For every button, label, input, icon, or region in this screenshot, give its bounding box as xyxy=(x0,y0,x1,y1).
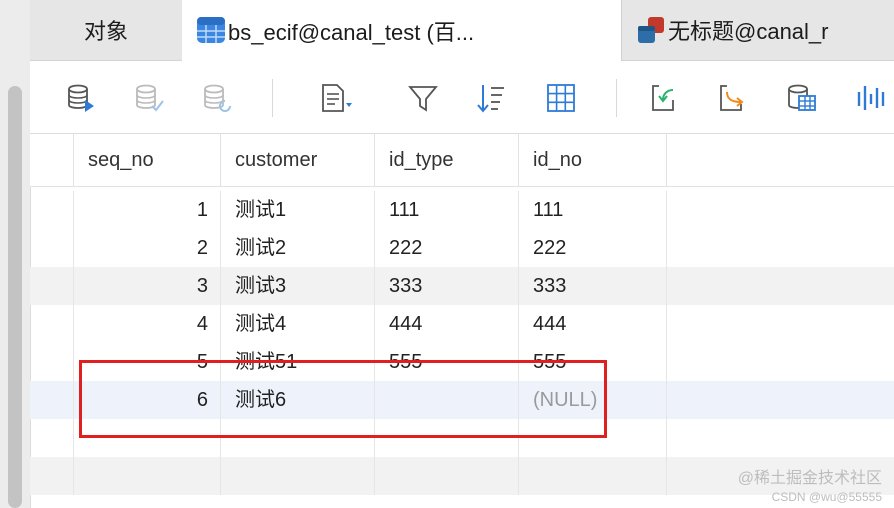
row-indicator[interactable] xyxy=(30,305,74,343)
table-row[interactable]: 4 测试4 444 444 xyxy=(30,305,894,343)
cell-customer[interactable]: 测试2 xyxy=(221,229,375,267)
row-indicator xyxy=(30,457,74,495)
cell-id-no[interactable]: 444 xyxy=(519,305,667,343)
tab-objects-label: 对象 xyxy=(83,19,128,44)
row-indicator[interactable] xyxy=(30,229,74,267)
row-indicator-header xyxy=(30,134,74,186)
scrollbar-thumb[interactable] xyxy=(8,86,22,508)
tab-query[interactable]: 无标题@canal_r xyxy=(622,0,894,60)
cell-seq-no[interactable]: 2 xyxy=(74,229,221,267)
tab-objects[interactable]: 对象 xyxy=(30,0,183,60)
chart-icon[interactable] xyxy=(852,79,890,117)
cell-id-no[interactable]: 111 xyxy=(519,191,667,229)
data-generation-icon[interactable] xyxy=(782,79,820,117)
table-row[interactable]: 2 测试2 222 222 xyxy=(30,229,894,267)
sort-icon[interactable] xyxy=(472,79,510,117)
data-grid: seq_no customer id_type id_no 1 测试1 111 … xyxy=(30,134,894,508)
cell-seq-no[interactable]: 4 xyxy=(74,305,221,343)
grid-header: seq_no customer id_type id_no xyxy=(30,134,894,187)
watermark-line-1: @稀土掘金技术社区 xyxy=(737,470,882,487)
cell-customer[interactable]: 测试3 xyxy=(221,267,375,305)
watermark-line-2: CSDN @wu@55555 xyxy=(771,490,882,504)
watermark: @稀土掘金技术社区 CSDN @wu@55555 xyxy=(738,470,882,506)
cell-seq-no[interactable]: 3 xyxy=(74,267,221,305)
empty-cell xyxy=(375,457,519,495)
toolbar-separator xyxy=(272,79,273,117)
highlight-annotation-box xyxy=(79,360,607,438)
empty-cell xyxy=(74,457,221,495)
rollback-icon[interactable] xyxy=(198,79,236,117)
toolbar-separator xyxy=(616,79,617,117)
begin-transaction-icon[interactable] xyxy=(62,79,100,117)
row-indicator xyxy=(30,419,74,457)
row-indicator[interactable] xyxy=(30,343,74,381)
column-header-id-type[interactable]: id_type xyxy=(375,134,519,186)
filter-icon[interactable] xyxy=(404,79,442,117)
table-row[interactable]: 1 测试1 111 111 xyxy=(30,191,894,229)
column-header-customer[interactable]: customer xyxy=(221,134,375,186)
cell-id-type[interactable]: 444 xyxy=(375,305,519,343)
column-header-seq-no[interactable]: seq_no xyxy=(74,134,221,186)
cell-customer[interactable]: 测试4 xyxy=(221,305,375,343)
cell-seq-no[interactable]: 1 xyxy=(74,191,221,229)
column-header-id-no[interactable]: id_no xyxy=(519,134,667,186)
row-indicator[interactable] xyxy=(30,191,74,229)
grid-view-icon[interactable] xyxy=(542,79,580,117)
toolbar xyxy=(30,61,894,134)
empty-cell xyxy=(221,457,375,495)
cell-id-type[interactable]: 111 xyxy=(375,191,519,229)
tab-bar: 对象 bs_ecif@canal_test (百... 无标题@canal_r xyxy=(30,0,894,61)
import-icon[interactable] xyxy=(644,79,682,117)
cell-id-no[interactable]: 222 xyxy=(519,229,667,267)
row-indicator[interactable] xyxy=(30,381,74,419)
export-icon[interactable] xyxy=(712,79,750,117)
cell-id-no[interactable]: 333 xyxy=(519,267,667,305)
row-indicator[interactable] xyxy=(30,267,74,305)
cell-customer[interactable]: 测试1 xyxy=(221,191,375,229)
tab-table-label: bs_ecif@canal_test (百... xyxy=(228,19,475,45)
text-view-icon[interactable] xyxy=(318,79,356,117)
tab-query-label: 无标题@canal_r xyxy=(668,19,829,44)
query-icon xyxy=(638,17,664,43)
vertical-scrollbar[interactable] xyxy=(0,0,31,508)
cell-id-type[interactable]: 222 xyxy=(375,229,519,267)
empty-cell xyxy=(519,457,667,495)
cell-id-type[interactable]: 333 xyxy=(375,267,519,305)
table-row[interactable]: 3 测试3 333 333 xyxy=(30,267,894,305)
commit-icon[interactable] xyxy=(130,79,168,117)
table-icon xyxy=(197,17,225,43)
tab-table-data[interactable]: bs_ecif@canal_test (百... xyxy=(182,0,622,61)
